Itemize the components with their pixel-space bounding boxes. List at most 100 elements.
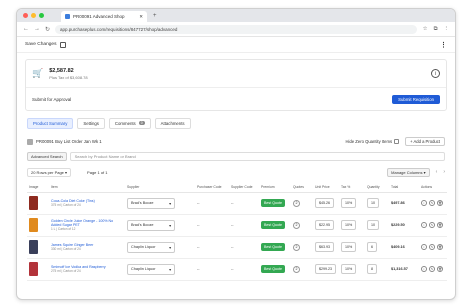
- maximize-window-dot[interactable]: [39, 13, 44, 18]
- submit-requisition-button[interactable]: Submit Requisition: [392, 95, 440, 104]
- quotes-count[interactable]: 2: [293, 265, 300, 273]
- tab-comments[interactable]: Comments 0: [108, 117, 151, 129]
- save-changes-label: Save Changes: [25, 42, 57, 47]
- quantity-cell: 10: [365, 192, 389, 215]
- table-row[interactable]: James Squire Ginger Beer 330 ml | Carton…: [27, 236, 447, 259]
- supplier-select[interactable]: Brad's Booze ▾: [127, 219, 175, 231]
- next-page-icon[interactable]: ›: [443, 169, 445, 175]
- quantity-field[interactable]: 10: [367, 220, 379, 230]
- new-tab-icon[interactable]: +: [153, 13, 157, 19]
- search-row: Advanced Search Search by Product Name o…: [17, 151, 455, 161]
- col-premium: Premium: [259, 183, 291, 193]
- section-tabs: Product Summary Settings Comments 0 Attac…: [17, 117, 455, 129]
- best-quote-badge[interactable]: Best Quote: [261, 221, 285, 229]
- tax-field[interactable]: 10%: [341, 220, 357, 230]
- search-input[interactable]: Search by Product Name or Brand: [69, 151, 445, 161]
- save-icon: [60, 41, 67, 48]
- product-image[interactable]: [29, 240, 38, 254]
- supplier-select[interactable]: Chaplin Liquor ▾: [127, 241, 175, 253]
- item-cell: Golden Circle Juice Orange - 100% No Add…: [49, 214, 125, 237]
- quantity-field[interactable]: 10: [367, 198, 379, 208]
- back-icon[interactable]: ←: [23, 26, 29, 32]
- browser-tab-bar: PR00091 Advanced Shop ✕ +: [17, 9, 455, 22]
- quantity-field[interactable]: 8: [367, 264, 377, 274]
- prev-page-icon[interactable]: ‹: [436, 169, 438, 175]
- info-icon[interactable]: i: [421, 222, 427, 228]
- rows-per-page-select[interactable]: 20 Rows per Page ▾: [27, 167, 72, 177]
- actions-cell: i ✎ 🗑: [419, 192, 447, 215]
- supplier-value: Chaplin Liquor: [131, 266, 156, 271]
- more-options-icon[interactable]: ⋮: [440, 41, 447, 49]
- extensions-icon[interactable]: ⧉: [434, 26, 438, 33]
- tab-label: Attachments: [160, 120, 185, 126]
- delete-icon[interactable]: 🗑: [437, 200, 443, 206]
- purchaser-code-cell: --: [195, 214, 229, 237]
- url-field[interactable]: app.purchaseplus.com/requisitions/847727…: [55, 24, 417, 34]
- add-product-button[interactable]: + Add a Product: [405, 137, 445, 146]
- comment-icon[interactable]: ✎: [429, 200, 435, 206]
- product-image[interactable]: [29, 218, 38, 232]
- unit-price-field[interactable]: $22.95: [315, 220, 334, 230]
- supplier-select[interactable]: Chaplin Liquor ▾: [127, 263, 175, 275]
- tax-field[interactable]: 10%: [341, 242, 357, 252]
- col-unit-price: Unit Price: [313, 183, 339, 193]
- hide-zero-toggle[interactable]: Hide Zero Quantity Items: [346, 139, 400, 144]
- comment-icon[interactable]: ✎: [429, 266, 435, 272]
- hide-zero-checkbox[interactable]: [394, 139, 400, 144]
- tax-field[interactable]: 10%: [341, 264, 357, 274]
- unit-price-field[interactable]: $45.26: [315, 198, 334, 208]
- unit-price-field[interactable]: $299.23: [315, 264, 336, 274]
- site-favicon-icon: [65, 14, 70, 19]
- best-quote-badge[interactable]: Best Quote: [261, 265, 285, 273]
- product-image[interactable]: [29, 262, 38, 276]
- delete-icon[interactable]: 🗑: [437, 222, 443, 228]
- quotes-count[interactable]: 2: [293, 221, 300, 229]
- tab-product-summary[interactable]: Product Summary: [27, 117, 74, 129]
- col-supplier: Supplier: [125, 183, 195, 193]
- tax-field[interactable]: 10%: [341, 198, 357, 208]
- manage-columns-button[interactable]: Manage Columns ▾: [387, 167, 430, 177]
- tax-cell: 10%: [339, 192, 365, 215]
- browser-menu-icon[interactable]: ⋮: [444, 26, 450, 32]
- delete-icon[interactable]: 🗑: [437, 244, 443, 250]
- tab-label: Comments: [114, 120, 136, 126]
- info-icon[interactable]: i: [421, 200, 427, 206]
- image-cell: [27, 236, 49, 259]
- comments-count-badge: 0: [138, 121, 145, 125]
- forward-icon[interactable]: →: [34, 26, 40, 32]
- quotes-count[interactable]: 2: [293, 199, 300, 207]
- browser-tab[interactable]: PR00091 Advanced Shop ✕: [61, 11, 147, 22]
- best-quote-badge[interactable]: Best Quote: [261, 199, 285, 207]
- info-icon[interactable]: i: [431, 69, 440, 78]
- image-cell: [27, 258, 49, 281]
- delete-icon[interactable]: 🗑: [437, 266, 443, 272]
- info-icon[interactable]: i: [421, 244, 427, 250]
- chevron-down-icon: ▾: [169, 245, 171, 250]
- premium-cell: Best Quote: [259, 258, 291, 281]
- table-row[interactable]: Coca-Cola Diet Coke (Tins) 375 ml | Cart…: [27, 192, 447, 215]
- product-name-link[interactable]: Golden Circle Juice Orange - 100% No Add…: [51, 219, 123, 228]
- table-row[interactable]: Smirnoff Ice Vodka and Raspberry 275 ml …: [27, 258, 447, 281]
- comment-icon[interactable]: ✎: [429, 244, 435, 250]
- comment-icon[interactable]: ✎: [429, 222, 435, 228]
- close-tab-icon[interactable]: ✕: [139, 14, 143, 20]
- table-row[interactable]: Golden Circle Juice Orange - 100% No Add…: [27, 214, 447, 237]
- quantity-field[interactable]: 6: [367, 242, 377, 252]
- save-changes-button[interactable]: Save Changes: [25, 41, 67, 48]
- reload-icon[interactable]: ↻: [45, 26, 50, 33]
- product-image[interactable]: [29, 196, 38, 210]
- minimize-window-dot[interactable]: [31, 13, 36, 18]
- supplier-value: Brad's Booze: [131, 222, 154, 227]
- info-icon[interactable]: i: [421, 266, 427, 272]
- close-window-dot[interactable]: [23, 13, 28, 18]
- supplier-value: Chaplin Liquor: [131, 244, 156, 249]
- quantity-cell: 6: [365, 236, 389, 259]
- tab-settings[interactable]: Settings: [77, 117, 105, 129]
- quotes-count[interactable]: 2: [293, 243, 300, 251]
- unit-price-field[interactable]: $63.93: [315, 242, 334, 252]
- star-icon[interactable]: ☆: [423, 26, 428, 32]
- tab-attachments[interactable]: Attachments: [154, 117, 191, 129]
- best-quote-badge[interactable]: Best Quote: [261, 243, 285, 251]
- supplier-select[interactable]: Brad's Booze ▾: [127, 197, 175, 209]
- advanced-search-button[interactable]: Advanced Search: [27, 151, 67, 161]
